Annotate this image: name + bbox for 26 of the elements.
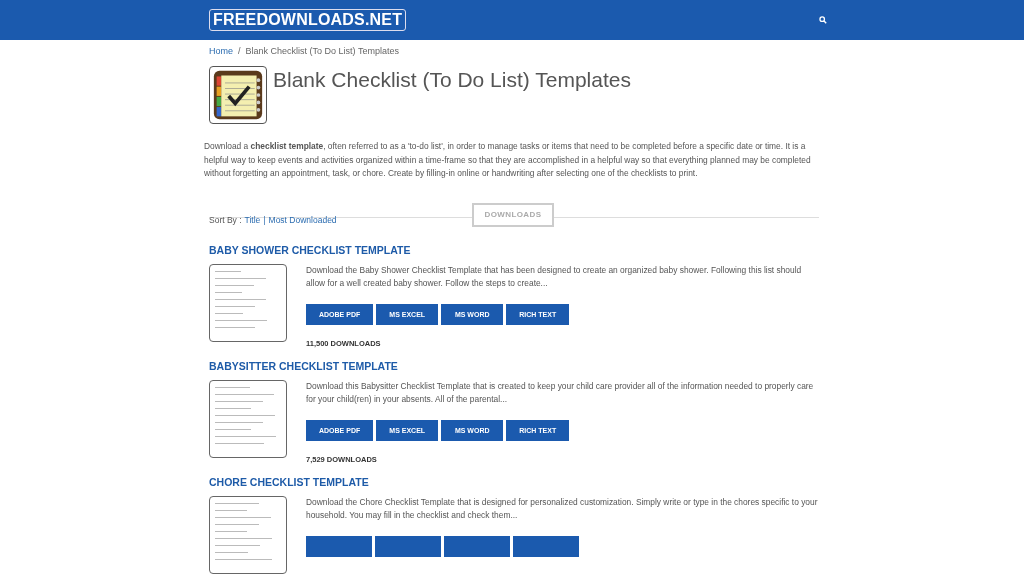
template-description: Download this Babysitter Checklist Template that is created to keep your child care provider all of the information needed to properly care for your child(ren) in your absents. All of the parental... bbox=[306, 379, 815, 406]
download-format-button[interactable] bbox=[444, 535, 510, 557]
download-format-button[interactable] bbox=[375, 535, 441, 557]
page-title: Blank Checklist (To Do List) Templates bbox=[273, 68, 631, 92]
breadcrumb-separator: / bbox=[238, 46, 241, 58]
sort-separator: | bbox=[263, 214, 266, 225]
download-format-button[interactable] bbox=[306, 535, 372, 557]
notebook-checkmark-icon bbox=[209, 66, 267, 124]
breadcrumb-link[interactable]: Home bbox=[209, 46, 233, 58]
sort-label: Sort By : bbox=[209, 214, 242, 225]
template-title-link[interactable]: BABY SHOWER CHECKLIST TEMPLATE bbox=[209, 243, 819, 256]
search-icon[interactable] bbox=[819, 16, 827, 24]
template-description: Download the Baby Shower Checklist Template that has been designed to create an organized baby shower. Following this list should allow for a well created baby shower. Follow the steps to create... bbox=[306, 263, 803, 290]
sort-link[interactable]: Title bbox=[244, 214, 261, 225]
document-thumbnail[interactable] bbox=[209, 263, 287, 342]
template-description: Download the Chore Checklist Template that is designed for personalized customization. Simply write or type in the chores specific to your household. You may fill in the checklist and check them... bbox=[306, 495, 819, 522]
site-logo[interactable]: FREEDOWNLOADS.NET bbox=[209, 9, 407, 31]
template-title-link[interactable]: CHORE CHECKLIST TEMPLATE bbox=[209, 475, 819, 488]
intro-paragraph: Download a checklist template, often referred to as a 'to-do list', in order to manage tasks or items that need to be completed before a specific date or time. It is a helpful way to keep events and activities organized within a time-frame so that they are accomplished in a helpful way so that everything planned may be completed without forgetting an appointment, task, or chore. Create by filling-in online or handwriting after selecting one of the checklists to print. bbox=[204, 140, 812, 180]
section-label: DOWNLOADS bbox=[472, 202, 554, 227]
download-format-button[interactable] bbox=[513, 535, 579, 557]
document-thumbnail[interactable] bbox=[209, 379, 287, 458]
breadcrumb-current: Blank Checklist (To Do List) Templates bbox=[245, 46, 399, 58]
template-title-link[interactable]: BABYSITTER CHECKLIST TEMPLATE bbox=[209, 359, 819, 372]
document-thumbnail[interactable] bbox=[209, 495, 287, 574]
sort-link[interactable]: Most Downloaded bbox=[268, 214, 337, 225]
